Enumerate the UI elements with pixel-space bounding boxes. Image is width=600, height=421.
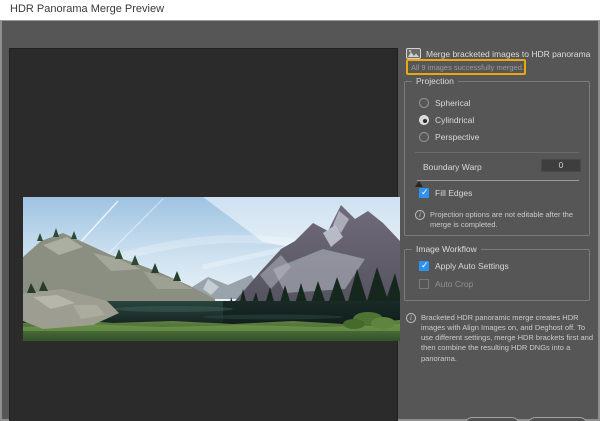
merge-status-text: All 9 images successfully merged. bbox=[408, 63, 524, 72]
hdr-panorama-merge-dialog: HDR Panorama Merge Preview bbox=[0, 0, 600, 421]
merge-button[interactable]: Merge... bbox=[527, 417, 588, 421]
boundary-warp-value-field[interactable]: 0 bbox=[541, 159, 581, 172]
apply-auto-settings-row[interactable]: Apply Auto Settings bbox=[419, 261, 509, 271]
radio-spherical-control[interactable] bbox=[419, 98, 429, 108]
image-workflow-legend: Image Workflow bbox=[412, 244, 481, 254]
projection-note: i Projection options are not editable af… bbox=[415, 210, 583, 230]
radio-perspective-label: Perspective bbox=[435, 132, 479, 142]
fill-edges-checkbox-row[interactable]: Fill Edges bbox=[419, 188, 472, 198]
merge-preview-area bbox=[9, 48, 398, 421]
projection-divider bbox=[415, 152, 579, 153]
radio-cylindrical[interactable]: Cylindrical bbox=[419, 115, 474, 125]
cancel-button[interactable]: Cancel bbox=[464, 417, 520, 421]
projection-legend: Projection bbox=[412, 76, 458, 86]
radio-cylindrical-label: Cylindrical bbox=[435, 115, 474, 125]
info-icon: i bbox=[406, 313, 416, 323]
merge-info-note-text: Bracketed HDR panoramic merge creates HD… bbox=[421, 313, 594, 364]
radio-perspective[interactable]: Perspective bbox=[419, 132, 479, 142]
apply-auto-settings-checkbox[interactable] bbox=[419, 261, 429, 271]
panorama-icon bbox=[406, 48, 421, 59]
radio-spherical-label: Spherical bbox=[435, 98, 470, 108]
boundary-warp-slider-track[interactable] bbox=[417, 180, 579, 181]
merge-panel-title: Merge bracketed images to HDR panorama bbox=[426, 49, 590, 59]
projection-note-text: Projection options are not editable afte… bbox=[430, 210, 583, 230]
image-workflow-group: Image Workflow Apply Auto Settings Auto … bbox=[404, 249, 590, 301]
radio-spherical[interactable]: Spherical bbox=[419, 98, 470, 108]
dialog-titlebar: HDR Panorama Merge Preview bbox=[0, 0, 600, 20]
merge-status-highlight: All 9 images successfully merged. bbox=[406, 59, 526, 75]
projection-group: Projection Spherical Cylindrical Perspec… bbox=[404, 81, 590, 236]
auto-crop-label: Auto Crop bbox=[435, 279, 473, 289]
panorama-preview-image bbox=[23, 197, 400, 341]
fill-edges-checkbox[interactable] bbox=[419, 188, 429, 198]
fill-edges-label: Fill Edges bbox=[435, 188, 472, 198]
auto-crop-checkbox[interactable] bbox=[419, 279, 429, 289]
radio-cylindrical-control[interactable] bbox=[419, 115, 429, 125]
boundary-warp-label: Boundary Warp bbox=[423, 162, 482, 172]
dialog-title: HDR Panorama Merge Preview bbox=[10, 3, 164, 15]
merge-info-note: i Bracketed HDR panoramic merge creates … bbox=[406, 313, 594, 364]
radio-perspective-control[interactable] bbox=[419, 132, 429, 142]
apply-auto-settings-label: Apply Auto Settings bbox=[435, 261, 509, 271]
auto-crop-row[interactable]: Auto Crop bbox=[419, 279, 473, 289]
dialog-body: Merge bracketed images to HDR panorama A… bbox=[0, 20, 600, 421]
merge-panel-header: Merge bracketed images to HDR panorama bbox=[406, 48, 590, 59]
dialog-buttons: Cancel Merge... bbox=[2, 417, 596, 421]
info-icon: i bbox=[415, 210, 425, 220]
